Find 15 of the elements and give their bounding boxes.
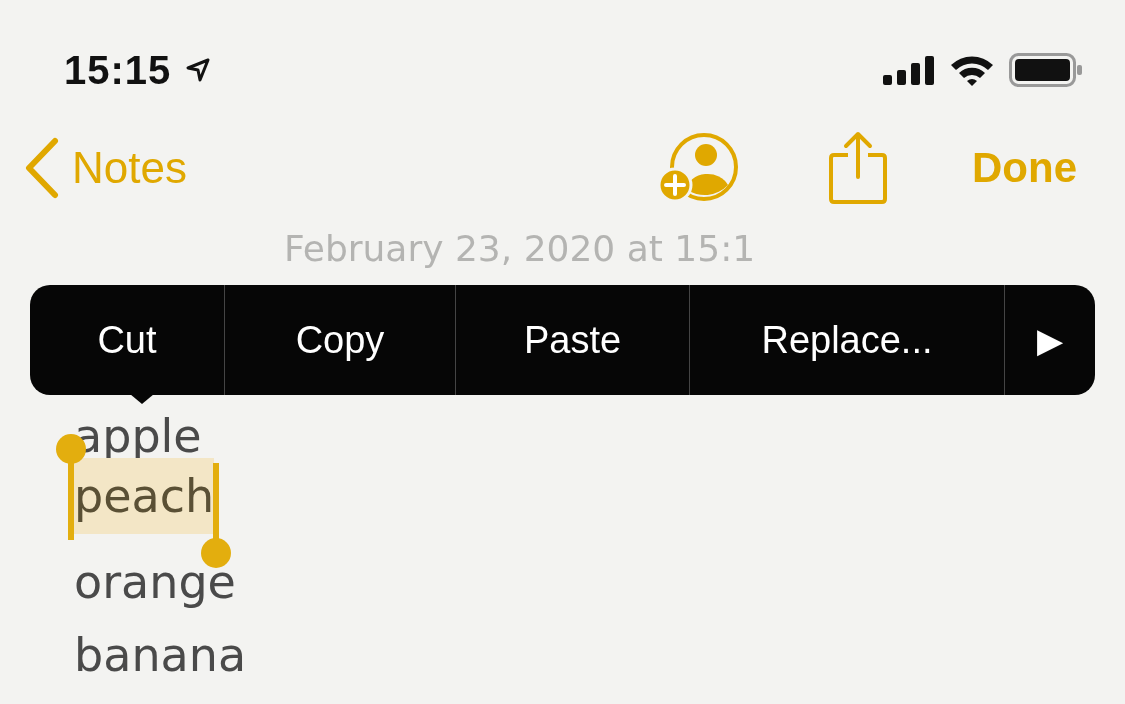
- menu-item[interactable]: Copy: [224, 285, 455, 395]
- menu-item[interactable]: Cut: [30, 285, 224, 395]
- battery-icon: [1009, 53, 1083, 87]
- selected-text: peach: [74, 458, 215, 534]
- note-line: banana: [74, 630, 247, 680]
- chevron-left-icon: [24, 137, 60, 199]
- more-button[interactable]: ▶: [1004, 285, 1095, 395]
- menu-item[interactable]: Replace...: [689, 285, 1004, 395]
- location-arrow-icon: [185, 57, 212, 83]
- menu-item[interactable]: Paste: [455, 285, 689, 395]
- signal-icon: [883, 55, 935, 85]
- wifi-icon: [949, 53, 995, 87]
- note-line: orange: [74, 557, 236, 607]
- note-date: February 23, 2020 at 15:1: [283, 227, 757, 271]
- status-time: 15:15: [64, 47, 172, 93]
